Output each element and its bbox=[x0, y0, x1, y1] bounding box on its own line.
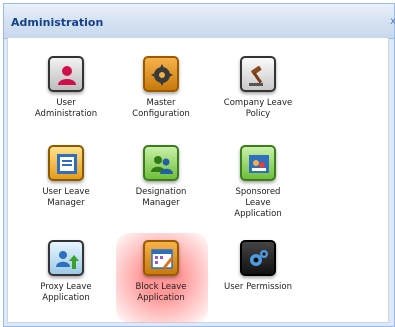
tile-sponsored-leave-application[interactable]: Sponsored Leave Application bbox=[210, 145, 306, 220]
tile-master-configuration[interactable]: Master Configuration bbox=[113, 56, 209, 120]
permission-icon bbox=[240, 240, 276, 276]
panel-title: Administration bbox=[11, 16, 104, 29]
tile-user-leave-manager[interactable]: User Leave Manager bbox=[18, 145, 114, 209]
gear-icon bbox=[143, 56, 179, 92]
user-admin-icon bbox=[48, 56, 84, 92]
block-leave-icon bbox=[143, 240, 179, 276]
tile-label: User Leave Manager bbox=[42, 187, 90, 208]
tile-label: User Permission bbox=[224, 282, 292, 292]
tile-label: Company Leave Policy bbox=[223, 98, 293, 119]
tile-label: Block Leave Application bbox=[135, 282, 187, 303]
sponsored-leave-icon bbox=[240, 145, 276, 181]
panel-header: Administration x bbox=[4, 4, 395, 39]
admin-grid: User Administration Master Configuration… bbox=[7, 37, 389, 323]
proxy-leave-icon bbox=[48, 240, 84, 276]
leave-manager-icon bbox=[48, 145, 84, 181]
tile-proxy-leave-application[interactable]: Proxy Leave Application bbox=[18, 240, 114, 304]
tile-label: Master Configuration bbox=[132, 98, 190, 119]
gavel-icon bbox=[240, 56, 276, 92]
tile-block-leave-application[interactable]: Block Leave Application bbox=[113, 240, 209, 304]
tile-label: User Administration bbox=[34, 98, 98, 119]
designation-icon bbox=[143, 145, 179, 181]
tile-company-leave-policy[interactable]: Company Leave Policy bbox=[210, 56, 306, 120]
close-icon[interactable]: x bbox=[390, 16, 395, 27]
tile-user-permission[interactable]: User Permission bbox=[210, 240, 306, 293]
tile-designation-manager[interactable]: Designation Manager bbox=[113, 145, 209, 209]
tile-user-administration[interactable]: User Administration bbox=[18, 56, 114, 120]
tile-label: Proxy Leave Application bbox=[40, 282, 92, 303]
tile-label: Sponsored Leave Application bbox=[234, 187, 282, 219]
tile-label: Designation Manager bbox=[135, 187, 187, 208]
